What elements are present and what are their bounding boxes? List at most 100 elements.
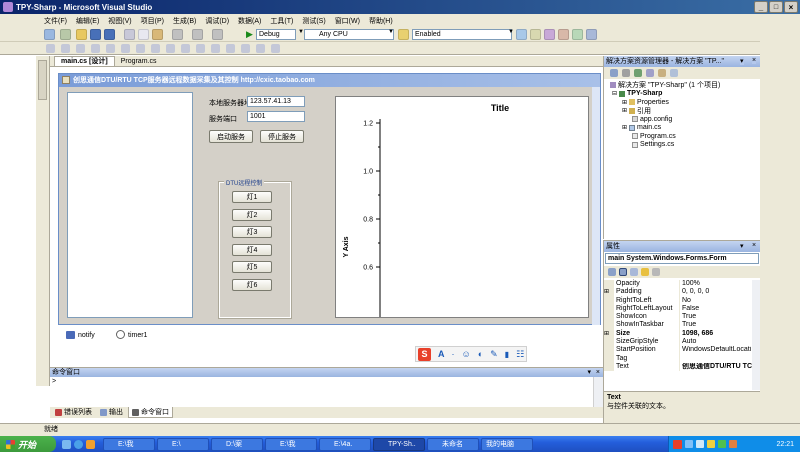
- view-code-icon[interactable]: [646, 69, 654, 77]
- properties-icon[interactable]: [610, 69, 618, 77]
- send-to-back-icon[interactable]: [271, 44, 280, 53]
- property-row-showicon[interactable]: ShowIcon True: [604, 313, 752, 322]
- add-item-icon[interactable]: [60, 29, 71, 40]
- taskbar-item[interactable]: E:\4a.: [319, 437, 371, 451]
- update-icon[interactable]: [729, 440, 737, 448]
- center-horizontally-icon[interactable]: [226, 44, 235, 53]
- command-input[interactable]: >: [52, 378, 592, 406]
- property-row-text[interactable]: Text 创思通信DTU/RTU TC: [604, 362, 752, 372]
- property-row-startposition[interactable]: StartPosition WindowsDefaultLocati: [604, 346, 752, 355]
- stop-service-button[interactable]: 停止服务: [260, 130, 304, 143]
- pin-icon[interactable]: ▾: [740, 57, 744, 65]
- align-lefts-icon[interactable]: [46, 44, 55, 53]
- tab-command-window[interactable]: 命令窗口: [128, 407, 173, 418]
- collapse-icon[interactable]: ⊟: [612, 90, 617, 97]
- taskbar-item[interactable]: 我的电脑: [481, 437, 533, 451]
- tree-item-app-config[interactable]: app.config: [604, 115, 761, 124]
- align-bottoms-icon[interactable]: [121, 44, 130, 53]
- menu-item-help[interactable]: 帮助(H): [369, 16, 393, 26]
- tree-item-references[interactable]: ⊞ 引用: [604, 107, 761, 116]
- minimize-button[interactable]: _: [754, 1, 768, 13]
- align-centers-icon[interactable]: [61, 44, 70, 53]
- tab-output[interactable]: 输出: [97, 407, 126, 417]
- expand-icon[interactable]: ⊞: [604, 329, 614, 339]
- alphabetical-icon[interactable]: [619, 268, 627, 276]
- show-all-files-icon[interactable]: [622, 69, 630, 77]
- desktop-icon[interactable]: [62, 439, 71, 449]
- property-row-opacity[interactable]: Opacity 100%: [604, 280, 752, 289]
- ime-pen-icon[interactable]: ✎: [490, 349, 498, 360]
- find-combo[interactable]: Enabled: [412, 29, 512, 40]
- tree-item-project[interactable]: ⊟ TPY-Sharp: [604, 90, 761, 99]
- vertical-spacing-icon[interactable]: [211, 44, 220, 53]
- property-pages-icon[interactable]: [652, 268, 660, 276]
- align-middles-icon[interactable]: [106, 44, 115, 53]
- horizontal-spacing-icon[interactable]: [196, 44, 205, 53]
- expand-icon[interactable]: ⊞: [622, 99, 627, 106]
- toolbox-icon[interactable]: [558, 29, 569, 40]
- size-to-grid-icon[interactable]: [181, 44, 190, 53]
- chart-control[interactable]: Title Y Axis 1.2 1.0 0.8 0.6: [335, 96, 589, 318]
- start-service-button[interactable]: 启动服务: [209, 130, 253, 143]
- object-browser-icon[interactable]: [544, 29, 555, 40]
- maximize-button[interactable]: □: [769, 1, 783, 13]
- property-grid-scrollbar[interactable]: [752, 280, 760, 390]
- tree-item-properties[interactable]: ⊞ Properties: [604, 98, 761, 107]
- tree-item-program-cs[interactable]: Program.cs: [604, 132, 761, 141]
- property-row-showintaskbar[interactable]: ShowInTaskbar True: [604, 321, 752, 330]
- open-icon[interactable]: [76, 29, 87, 40]
- class-diagram-icon[interactable]: [670, 69, 678, 77]
- pin-icon[interactable]: ▾: [740, 242, 744, 250]
- taskbar-item[interactable]: D:\案: [211, 437, 263, 451]
- ime-logo-icon[interactable]: S: [418, 347, 431, 361]
- menu-item-data[interactable]: 数据(A): [238, 16, 261, 26]
- tab-program-cs[interactable]: Program.cs: [115, 57, 163, 66]
- align-rights-icon[interactable]: [76, 44, 85, 53]
- lamp-button-6[interactable]: 灯6: [232, 279, 272, 291]
- menu-item-build[interactable]: 生成(B): [173, 16, 196, 26]
- security-icon[interactable]: [707, 440, 715, 448]
- redo-icon[interactable]: [192, 29, 203, 40]
- lamp-button-4[interactable]: 灯4: [232, 244, 272, 256]
- command-scrollbar[interactable]: [593, 377, 603, 408]
- lamp-button-1[interactable]: 灯1: [232, 191, 272, 203]
- cut-icon[interactable]: [124, 29, 135, 40]
- browser-icon[interactable]: [74, 439, 83, 449]
- start-button[interactable]: 开始: [0, 436, 56, 452]
- media-icon[interactable]: [86, 439, 95, 449]
- refresh-icon[interactable]: [634, 69, 642, 77]
- ime-punctuation-icon[interactable]: ·: [452, 349, 455, 359]
- object-selector[interactable]: main System.Windows.Forms.Form: [605, 253, 759, 264]
- property-row-sizegripstyle[interactable]: SizeGripStyle Auto: [604, 338, 752, 347]
- categorized-icon[interactable]: [608, 268, 616, 276]
- menu-item-view[interactable]: 视图(V): [108, 16, 131, 26]
- make-same-height-icon[interactable]: [151, 44, 160, 53]
- tree-item-solution[interactable]: 解决方案 "TPY-Sharp" (1 个项目): [604, 81, 761, 90]
- notify-component[interactable]: notify: [78, 332, 95, 339]
- taskbar-item[interactable]: E:\: [157, 437, 209, 451]
- close-icon[interactable]: ×: [752, 57, 757, 64]
- properties-view-icon[interactable]: [630, 268, 638, 276]
- config-select[interactable]: Debug: [256, 29, 296, 40]
- toolbox-strip[interactable]: [36, 56, 50, 386]
- events-icon[interactable]: [641, 268, 649, 276]
- taskbar-item[interactable]: 未命名: [427, 437, 479, 451]
- menu-item-project[interactable]: 项目(P): [141, 16, 164, 26]
- ime-skin-icon[interactable]: ◐: [478, 349, 483, 359]
- network-icon[interactable]: [685, 440, 693, 448]
- tree-item-main-cs[interactable]: ⊞ main.cs: [604, 124, 761, 133]
- copy-icon[interactable]: [138, 29, 149, 40]
- start-debug-icon[interactable]: ▶: [246, 29, 253, 40]
- save-icon[interactable]: [90, 29, 101, 40]
- view-designer-icon[interactable]: [658, 69, 666, 77]
- designed-form[interactable]: 创思通信DTU/RTU TCP服务器远程数据采集及其控制 http://cxic…: [58, 73, 601, 325]
- taskbar-item[interactable]: E:\我: [265, 437, 317, 451]
- menu-item-edit[interactable]: 编辑(E): [76, 16, 99, 26]
- menu-item-window[interactable]: 窗口(W): [335, 16, 360, 26]
- navigate-back-icon[interactable]: [212, 29, 223, 40]
- property-row-padding[interactable]: ⊞ Padding 0, 0, 0, 0: [604, 288, 752, 297]
- tab-error-list[interactable]: 错误列表: [52, 407, 95, 417]
- ime-font-icon[interactable]: A: [438, 349, 445, 359]
- property-row-size[interactable]: ⊞ Size 1098, 686: [604, 329, 752, 339]
- new-project-icon[interactable]: [44, 29, 55, 40]
